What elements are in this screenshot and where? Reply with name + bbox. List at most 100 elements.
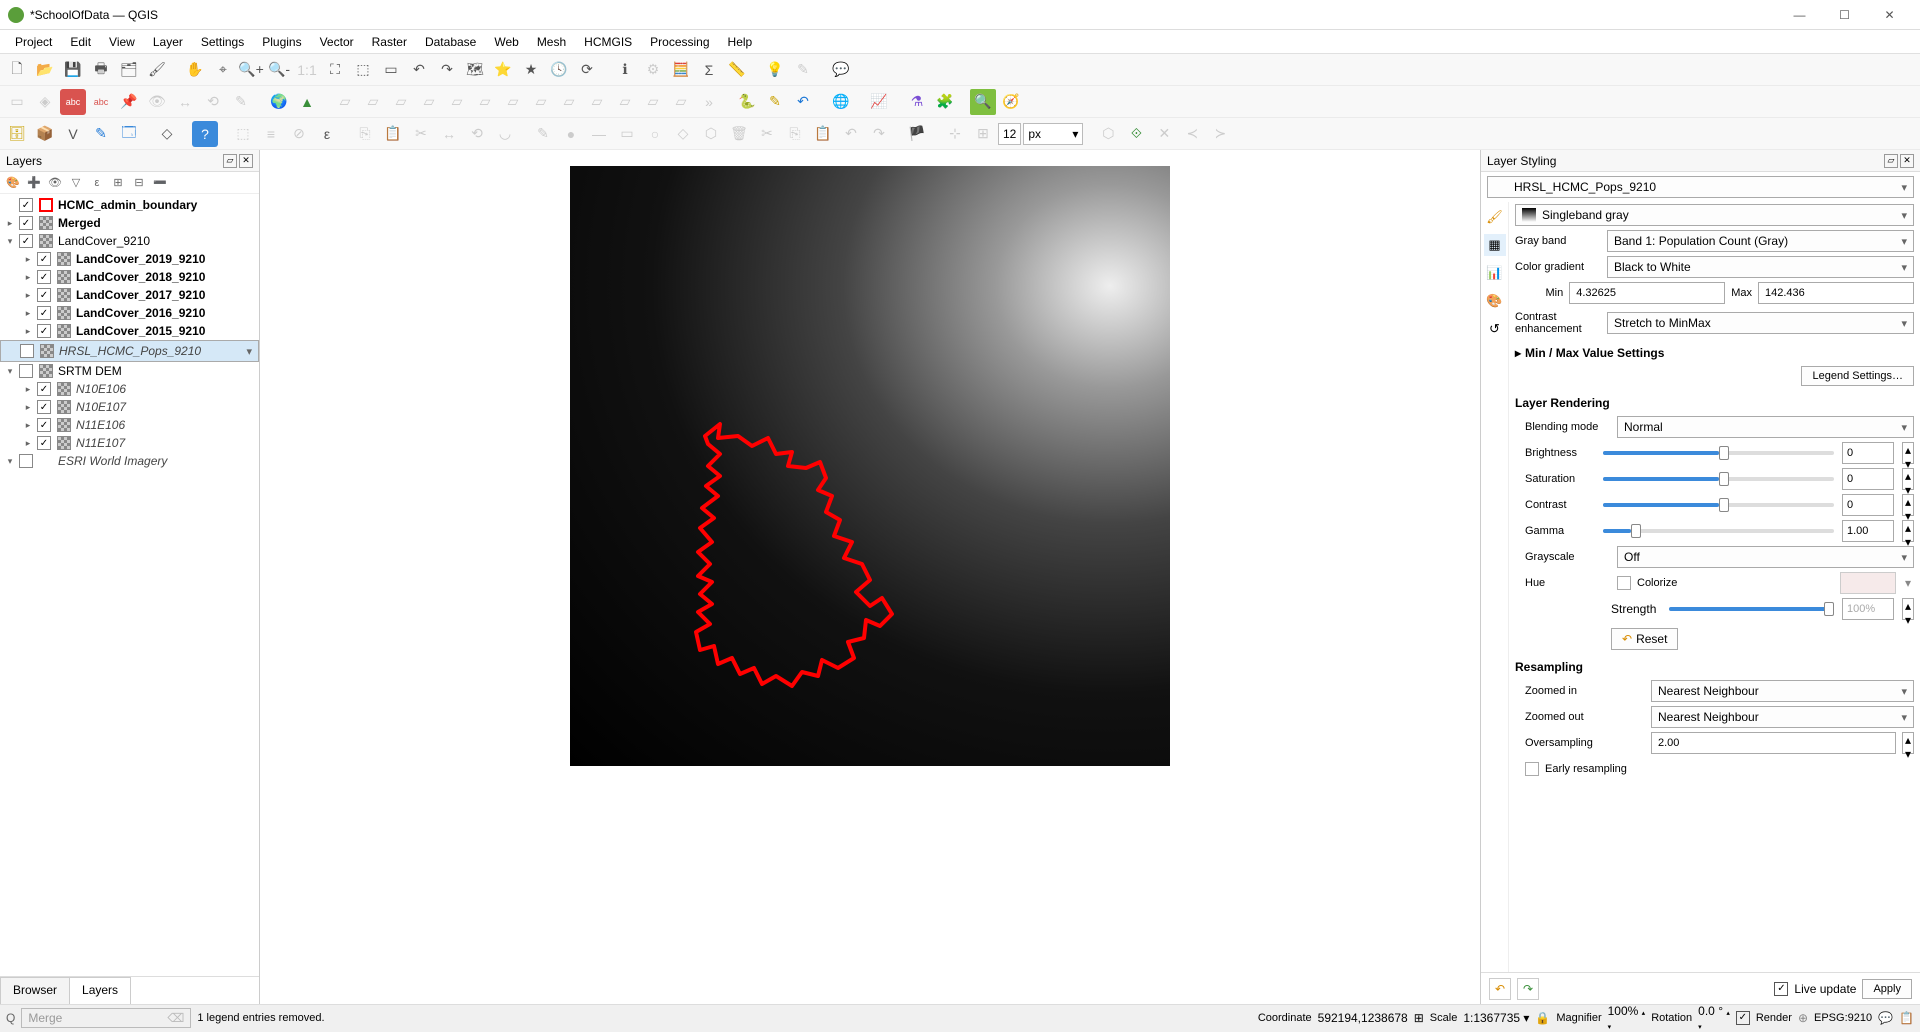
trace-fwd-icon[interactable]: ≻ bbox=[1207, 121, 1233, 147]
diagram-icon[interactable]: ◈ bbox=[32, 89, 58, 115]
trace-back-icon[interactable]: ≺ bbox=[1179, 121, 1205, 147]
menu-edit[interactable]: Edit bbox=[61, 32, 100, 52]
coordinate-value[interactable]: 592194,1238678 bbox=[1318, 1011, 1408, 1025]
overflow-icon[interactable]: » bbox=[696, 89, 722, 115]
visibility-checkbox[interactable] bbox=[19, 454, 33, 468]
gamma-spin[interactable]: ▴▾ bbox=[1902, 520, 1914, 542]
blending-select[interactable]: Normal bbox=[1617, 416, 1914, 438]
transparency-tab-icon[interactable]: ▦ bbox=[1484, 234, 1506, 256]
colorize-color-button[interactable] bbox=[1840, 572, 1896, 594]
menu-project[interactable]: Project bbox=[6, 32, 61, 52]
apply-button[interactable]: Apply bbox=[1862, 979, 1912, 999]
scale-select[interactable]: 1:1367735 ▾ bbox=[1463, 1011, 1529, 1025]
layer-row[interactable]: ▸N10E106 bbox=[0, 380, 259, 398]
mesh-10-icon[interactable]: ▱ bbox=[584, 89, 610, 115]
delete-icon[interactable]: 🗑 bbox=[726, 121, 752, 147]
virtual-layer-icon[interactable]: 🗔 bbox=[116, 121, 142, 147]
abc-label-icon[interactable]: abc bbox=[60, 89, 86, 115]
minmax-collapse[interactable]: ▸ Min / Max Value Settings bbox=[1515, 346, 1914, 360]
layer-row[interactable]: ▾ESRI World Imagery bbox=[0, 452, 259, 470]
menu-layer[interactable]: Layer bbox=[144, 32, 192, 52]
color-gradient-select[interactable]: Black to White bbox=[1607, 256, 1914, 278]
mesh-2-icon[interactable]: ▱ bbox=[360, 89, 386, 115]
locator-input[interactable]: Merge⌫ bbox=[21, 1008, 191, 1028]
new-geopackage-icon[interactable]: V bbox=[60, 121, 86, 147]
contrast-slider[interactable] bbox=[1603, 503, 1834, 507]
menu-help[interactable]: Help bbox=[719, 32, 762, 52]
undo-edit-icon[interactable]: ↶ bbox=[838, 121, 864, 147]
saturation-slider[interactable] bbox=[1603, 477, 1834, 481]
digitize-6-icon[interactable]: ◇ bbox=[670, 121, 696, 147]
paste-icon[interactable]: 📋 bbox=[810, 121, 836, 147]
tool-b-icon[interactable]: 🧩 bbox=[932, 89, 958, 115]
gamma-value[interactable]: 1.00 bbox=[1842, 520, 1894, 542]
rendering-tab-icon[interactable]: 🎨 bbox=[1484, 290, 1506, 312]
globe-green-icon[interactable]: 🌍 bbox=[266, 89, 292, 115]
crs-icon[interactable]: ⊕ bbox=[1798, 1011, 1808, 1025]
copy-icon[interactable]: ⎘ bbox=[782, 121, 808, 147]
expand-toggle-icon[interactable]: ▸ bbox=[4, 218, 16, 229]
reset-button[interactable]: ↶ Reset bbox=[1611, 628, 1678, 650]
histogram-tab-icon[interactable]: 📊 bbox=[1484, 262, 1506, 284]
open-project-icon[interactable]: 📂 bbox=[32, 57, 58, 83]
colorize-dropdown-icon[interactable]: ▾ bbox=[1902, 576, 1914, 590]
maximize-button[interactable]: ☐ bbox=[1822, 1, 1867, 29]
select-icon[interactable]: ⬚ bbox=[230, 121, 256, 147]
zoom-full-icon[interactable]: ⛶ bbox=[322, 57, 348, 83]
temporal-icon[interactable]: 🕓 bbox=[546, 57, 572, 83]
early-resampling-checkbox[interactable] bbox=[1525, 762, 1539, 776]
expand-toggle-icon[interactable]: ▾ bbox=[4, 236, 16, 247]
styling-close-icon[interactable]: ✕ bbox=[1900, 154, 1914, 168]
visibility-checkbox[interactable] bbox=[19, 198, 33, 212]
select-all-icon[interactable]: ≡ bbox=[258, 121, 284, 147]
brightness-slider[interactable] bbox=[1603, 451, 1834, 455]
crs-button[interactable]: EPSG:9210 bbox=[1814, 1012, 1872, 1024]
history-tab-icon[interactable]: ↺ bbox=[1484, 318, 1506, 340]
layer-row[interactable]: ▸N11E106 bbox=[0, 416, 259, 434]
layer-row[interactable]: ▾SRTM DEM bbox=[0, 362, 259, 380]
brightness-value[interactable]: 0 bbox=[1842, 442, 1894, 464]
layer-row[interactable]: ▸LandCover_2019_9210 bbox=[0, 250, 259, 268]
visibility-checkbox[interactable] bbox=[37, 288, 51, 302]
chart-icon[interactable]: 📈 bbox=[866, 89, 892, 115]
vertex-tool-icon[interactable]: ◇ bbox=[154, 121, 180, 147]
lock-icon[interactable]: 🔒 bbox=[1535, 1011, 1550, 1025]
copy-features-icon[interactable]: ⎘ bbox=[352, 121, 378, 147]
close-panel-icon[interactable]: ✕ bbox=[239, 154, 253, 168]
mesh-1-icon[interactable]: ▱ bbox=[332, 89, 358, 115]
menu-web[interactable]: Web bbox=[485, 32, 527, 52]
contrast-value[interactable]: 0 bbox=[1842, 494, 1894, 516]
search-green-icon[interactable]: 🔍 bbox=[970, 89, 996, 115]
layer-row[interactable]: ▸LandCover_2016_9210 bbox=[0, 304, 259, 322]
identify-icon[interactable]: ℹ bbox=[612, 57, 638, 83]
annotation-icon[interactable]: ✎ bbox=[790, 57, 816, 83]
triangle-green-icon[interactable]: ▲ bbox=[294, 89, 320, 115]
show-label-icon[interactable]: 👁 bbox=[144, 89, 170, 115]
oversampling-input[interactable] bbox=[1651, 732, 1896, 754]
contrast-select[interactable]: Stretch to MinMax bbox=[1607, 312, 1914, 334]
menu-database[interactable]: Database bbox=[416, 32, 485, 52]
saturation-value[interactable]: 0 bbox=[1842, 468, 1894, 490]
tracing-icon[interactable]: ⟐ bbox=[1123, 121, 1149, 147]
undock-icon[interactable]: ▱ bbox=[223, 154, 237, 168]
zoom-in-icon[interactable]: 🔍+ bbox=[238, 57, 264, 83]
expand-toggle-icon[interactable]: ▸ bbox=[22, 308, 34, 319]
mesh-13-icon[interactable]: ▱ bbox=[668, 89, 694, 115]
style-dock-icon[interactable]: 🎨 bbox=[4, 174, 22, 192]
mesh-12-icon[interactable]: ▱ bbox=[640, 89, 666, 115]
deselect-icon[interactable]: ⊘ bbox=[286, 121, 312, 147]
visibility-checkbox[interactable] bbox=[37, 382, 51, 396]
visibility-checkbox[interactable] bbox=[19, 234, 33, 248]
saturation-spin[interactable]: ▴▾ bbox=[1902, 468, 1914, 490]
abc-highlight-icon[interactable]: abc bbox=[88, 89, 114, 115]
gamma-slider[interactable] bbox=[1603, 529, 1834, 533]
cut-features-icon[interactable]: ✂ bbox=[408, 121, 434, 147]
snap-icon[interactable]: ⊹ bbox=[942, 121, 968, 147]
expand-toggle-icon[interactable]: ▸ bbox=[22, 438, 34, 449]
pan-to-selection-icon[interactable]: ⌖ bbox=[210, 57, 236, 83]
strength-spin[interactable]: ▴▾ bbox=[1902, 598, 1914, 620]
digitize-3-icon[interactable]: — bbox=[586, 121, 612, 147]
pin-label-icon[interactable]: 📌 bbox=[116, 89, 142, 115]
paste-features-icon[interactable]: 📋 bbox=[380, 121, 406, 147]
strength-slider[interactable] bbox=[1669, 607, 1834, 611]
